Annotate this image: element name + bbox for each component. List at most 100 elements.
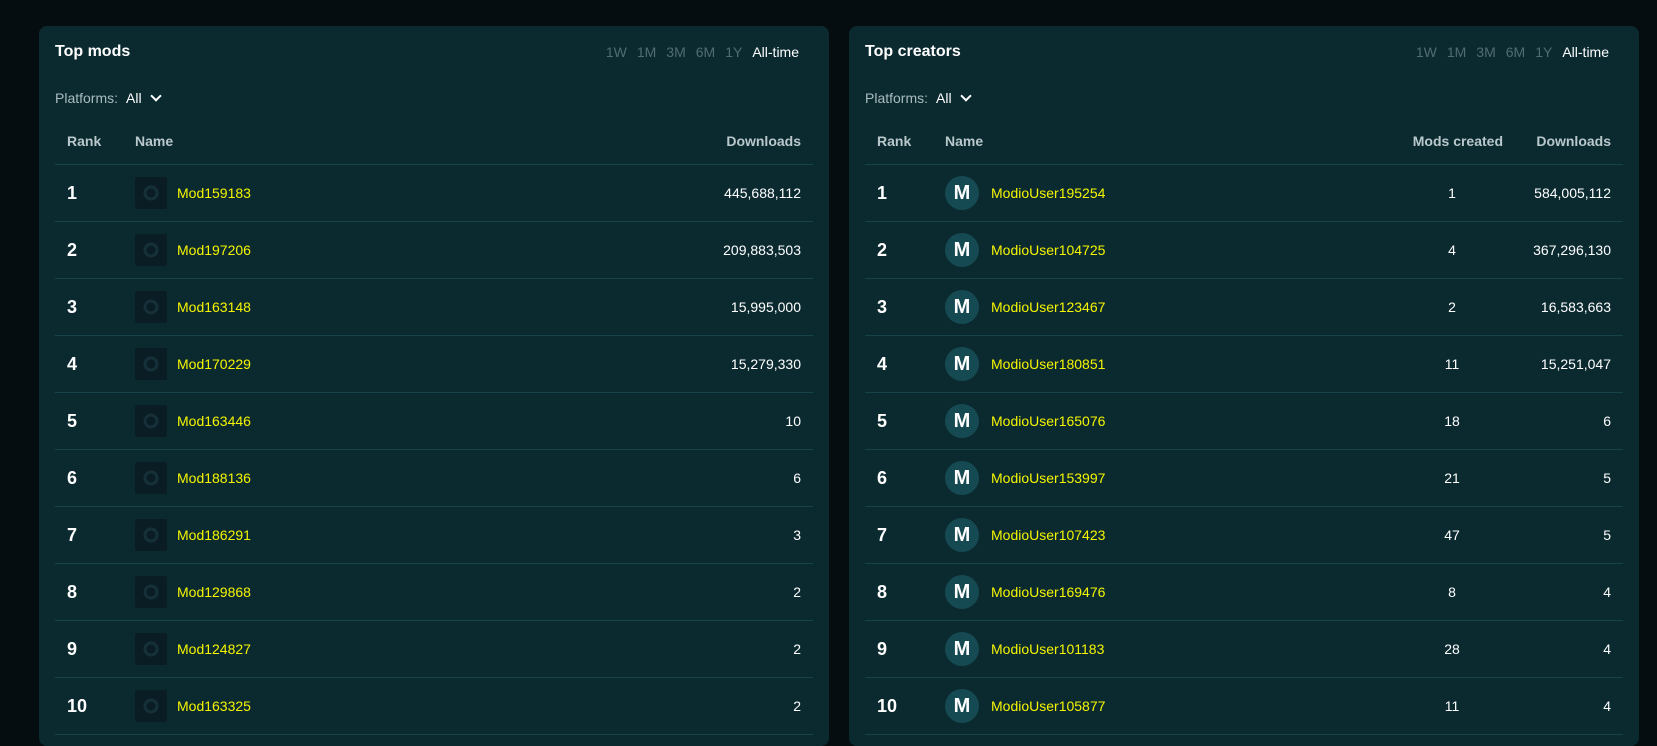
chevron-down-icon [149,90,162,102]
mod-thumbnail-icon[interactable] [135,348,167,380]
avatar[interactable]: M [945,689,979,723]
creator-name-link[interactable]: ModioUser180851 [991,356,1105,372]
creator-name-link[interactable]: ModioUser123467 [991,299,1105,315]
rank-cell: 5 [865,392,945,450]
range-tab-1m[interactable]: 1M [1447,44,1466,60]
avatar[interactable]: M [945,347,979,381]
avatar[interactable]: M [945,518,979,552]
mod-name-link[interactable]: Mod188136 [177,470,251,486]
mod-thumbnail-icon[interactable] [135,177,167,209]
rank-cell: 10 [865,677,945,735]
rank-cell: 8 [865,563,945,621]
mod-name-link[interactable]: Mod163148 [177,299,251,315]
name-cell: Mod163148 [135,278,517,336]
mod-name-link[interactable]: Mod186291 [177,527,251,543]
rank-cell: 7 [865,506,945,564]
mod-thumbnail-icon[interactable] [135,633,167,665]
table-row: 9 M ModioUser101183 28 4 [865,620,1623,678]
mod-thumbnail-icon[interactable] [135,234,167,266]
range-tab-6m[interactable]: 6M [696,44,715,60]
creator-name-link[interactable]: ModioUser165076 [991,413,1105,429]
range-tab-3m[interactable]: 3M [1476,44,1495,60]
range-tab-3m[interactable]: 3M [666,44,685,60]
mod-thumbnail-icon[interactable] [135,690,167,722]
creator-name-link[interactable]: ModioUser101183 [991,641,1104,657]
downloads-cell: 367,296,130 [1511,221,1623,279]
table-row: 3 M ModioUser123467 2 16,583,663 [865,278,1623,336]
rank-cell: 7 [55,506,135,564]
table-row: 5 M ModioUser165076 18 6 [865,392,1623,450]
mods-created-header: Mods created [1393,118,1511,165]
downloads-cell: 6 [1511,392,1623,450]
downloads-cell: 4 [1511,563,1623,621]
name-cell: Mod163446 [135,392,517,450]
mod-name-link[interactable]: Mod124827 [177,641,251,657]
rank-cell: 1 [865,164,945,222]
rank-cell: 9 [55,620,135,678]
downloads-cell: 2 [516,620,813,678]
platforms-filter: Platforms: All [865,78,1623,118]
range-tab-1y[interactable]: 1Y [1535,44,1552,60]
creator-name-link[interactable]: ModioUser153997 [991,470,1105,486]
downloads-cell: 584,005,112 [1511,164,1623,222]
name-cell: M ModioUser180851 [945,335,1393,393]
range-tab-1w[interactable]: 1W [1416,44,1437,60]
platforms-filter: Platforms: All [55,78,813,118]
range-tab-1m[interactable]: 1M [637,44,656,60]
avatar[interactable]: M [945,404,979,438]
avatar[interactable]: M [945,290,979,324]
mods-created-cell: 47 [1393,506,1511,564]
platforms-label: Platforms: [55,90,119,106]
range-tab-1w[interactable]: 1W [606,44,627,60]
range-tab-1y[interactable]: 1Y [725,44,742,60]
name-header: Name [135,118,517,165]
mods-created-cell: 28 [1393,620,1511,678]
platforms-dropdown[interactable]: All [936,90,972,106]
avatar[interactable]: M [945,575,979,609]
mod-name-link[interactable]: Mod159183 [177,185,251,201]
creator-name-link[interactable]: ModioUser104725 [991,242,1105,258]
name-cell: M ModioUser165076 [945,392,1393,450]
name-cell: M ModioUser169476 [945,563,1393,621]
top-mods-panel: Top mods 1W 1M 3M 6M 1Y All-time Platfor… [39,26,829,746]
mods-created-cell: 18 [1393,392,1511,450]
range-tab-all-time[interactable]: All-time [1562,44,1609,60]
creator-name-link[interactable]: ModioUser195254 [991,185,1105,201]
top-mods-table: Rank Name Downloads 1 Mod159183 445,688,11… [55,118,813,735]
range-tab-6m[interactable]: 6M [1506,44,1525,60]
downloads-cell: 4 [1511,620,1623,678]
avatar[interactable]: M [945,176,979,210]
table-row: 10 Mod163325 2 [55,677,813,735]
creator-name-link[interactable]: ModioUser169476 [991,584,1105,600]
mod-thumbnail-icon[interactable] [135,462,167,494]
rank-cell: 9 [865,620,945,678]
mod-thumbnail-icon[interactable] [135,405,167,437]
top-creators-panel: Top creators 1W 1M 3M 6M 1Y All-time Pla… [849,26,1639,746]
mod-thumbnail-icon[interactable] [135,519,167,551]
table-row: 3 Mod163148 15,995,000 [55,278,813,336]
mod-thumbnail-icon[interactable] [135,291,167,323]
downloads-cell: 4 [1511,677,1623,735]
mod-thumbnail-icon[interactable] [135,576,167,608]
creator-name-link[interactable]: ModioUser107423 [991,527,1105,543]
table-row: 9 Mod124827 2 [55,620,813,678]
time-range-tabs: 1W 1M 3M 6M 1Y All-time [1416,44,1623,60]
avatar[interactable]: M [945,461,979,495]
mods-created-cell: 4 [1393,221,1511,279]
avatar[interactable]: M [945,632,979,666]
mod-name-link[interactable]: Mod163446 [177,413,251,429]
downloads-header: Downloads [1511,118,1623,165]
mod-name-link[interactable]: Mod129868 [177,584,251,600]
mod-name-link[interactable]: Mod170229 [177,356,251,372]
platforms-dropdown[interactable]: All [126,90,162,106]
rank-cell: 4 [55,335,135,393]
name-header: Name [945,118,1393,165]
name-cell: Mod186291 [135,506,517,564]
mod-name-link[interactable]: Mod197206 [177,242,251,258]
name-cell: M ModioUser101183 [945,620,1393,678]
creator-name-link[interactable]: ModioUser105877 [991,698,1105,714]
mod-name-link[interactable]: Mod163325 [177,698,251,714]
mods-created-cell: 2 [1393,278,1511,336]
avatar[interactable]: M [945,233,979,267]
range-tab-all-time[interactable]: All-time [752,44,799,60]
